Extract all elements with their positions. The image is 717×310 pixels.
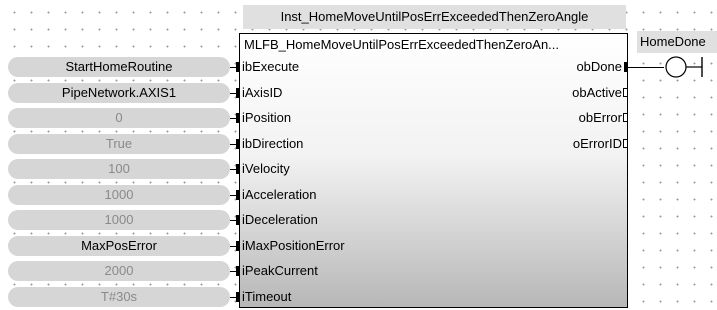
coil-variable[interactable]: HomeDone: [637, 31, 717, 53]
input-pin-marker[interactable]: [236, 266, 240, 276]
output-pin-label: oErrorID: [572, 136, 622, 151]
input-value-iDeceleration[interactable]: 1000: [8, 210, 230, 230]
input-pin-label: iAcceleration: [242, 187, 317, 202]
input-value-ibExecute[interactable]: StartHomeRoutine: [8, 57, 230, 77]
input-pin-label: ibDirection: [242, 136, 304, 151]
input-pin-marker[interactable]: [236, 241, 240, 251]
input-pin-marker[interactable]: [236, 88, 240, 98]
input-pin-label: iTimeout: [242, 289, 292, 304]
input-pin-marker[interactable]: [236, 190, 240, 200]
input-value-iVelocity[interactable]: 100: [8, 159, 230, 179]
input-value-iMaxPositionError[interactable]: MaxPosError: [8, 236, 230, 256]
input-pin-label: iDeceleration: [242, 212, 318, 227]
input-pin-marker[interactable]: [236, 113, 240, 123]
output-pin-label: obActive: [572, 85, 622, 100]
input-pin-label: iAxisID: [242, 85, 283, 100]
output-pin-marker[interactable]: [623, 139, 628, 148]
input-pin-marker[interactable]: [236, 164, 240, 174]
output-pin-label: obDone: [576, 59, 622, 74]
output-pin-marker[interactable]: [623, 88, 628, 97]
input-value-iTimeout[interactable]: T#30s: [8, 287, 230, 307]
input-pin-label: iPeakCurrent: [242, 263, 318, 278]
input-pin-marker[interactable]: [236, 62, 240, 72]
coil-icon[interactable]: [664, 56, 704, 80]
input-value-iPeakCurrent[interactable]: 2000: [8, 261, 230, 281]
input-value-iAxisID[interactable]: PipeNetwork.AXIS1: [8, 83, 230, 103]
input-pin-label: iMaxPositionError: [242, 238, 345, 253]
coil-wire: [628, 67, 664, 68]
block-instance-name[interactable]: Inst_HomeMoveUntilPosErrExceededThenZero…: [243, 5, 626, 29]
input-pin-label: iPosition: [242, 110, 292, 125]
output-pin-marker[interactable]: [623, 113, 628, 122]
block-type-name: MLFB_HomeMoveUntilPosErrExceededThenZero…: [244, 37, 560, 52]
input-pin-marker[interactable]: [236, 215, 240, 225]
input-value-iPosition[interactable]: 0: [8, 108, 230, 128]
input-pin-marker[interactable]: [236, 292, 240, 302]
input-pin-label: iVelocity: [242, 161, 290, 176]
input-pin-marker[interactable]: [236, 139, 240, 149]
input-pin-label: ibExecute: [242, 59, 300, 74]
input-value-iAcceleration[interactable]: 1000: [8, 185, 230, 205]
input-value-ibDirection[interactable]: True: [8, 134, 230, 154]
output-pin-label: obError: [578, 110, 622, 125]
